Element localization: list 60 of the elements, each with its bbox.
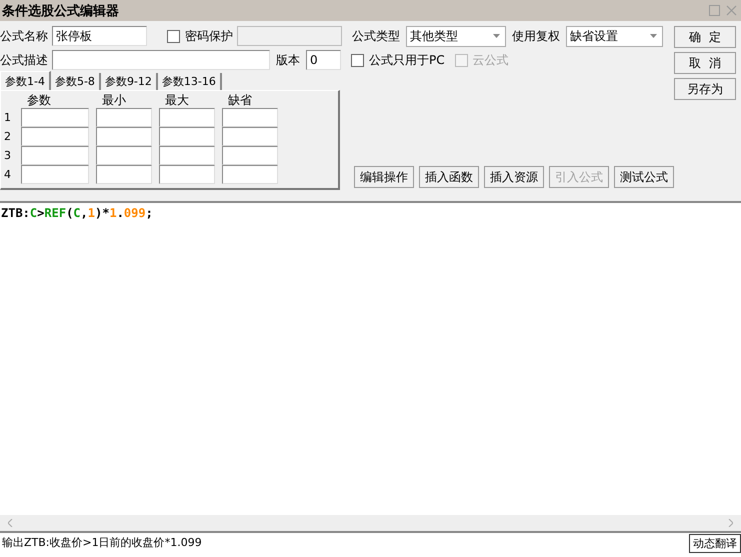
- dialog-button[interactable]: 另存为: [674, 78, 736, 100]
- dialog-button[interactable]: 确 定: [674, 26, 736, 48]
- tab[interactable]: 参数5-8: [50, 73, 101, 90]
- param-field[interactable]: [96, 127, 152, 146]
- column-header: 参数: [26, 93, 52, 108]
- column-header: 最小: [101, 93, 127, 108]
- checkbox-label: 云公式: [472, 52, 509, 68]
- row-number: 1: [4, 110, 12, 126]
- param-field[interactable]: [159, 108, 215, 127]
- param-field[interactable]: [96, 108, 152, 127]
- field-label: 使用复权: [512, 28, 560, 44]
- version-field[interactable]: 0: [306, 50, 341, 70]
- param-field[interactable]: [222, 146, 278, 165]
- action-button[interactable]: 测试公式: [614, 166, 674, 188]
- dropdown-arrow-icon: [493, 34, 500, 38]
- column-header: 缺省: [227, 93, 253, 108]
- param-field[interactable]: [159, 127, 215, 146]
- param-field[interactable]: [21, 127, 89, 146]
- param-field[interactable]: [159, 165, 215, 184]
- action-button[interactable]: 插入资源: [484, 166, 544, 188]
- row-number: 2: [4, 129, 12, 145]
- param-field[interactable]: [96, 146, 152, 165]
- window-title: 条件选股公式编辑器: [2, 2, 119, 20]
- param-field[interactable]: [222, 165, 278, 184]
- param-field[interactable]: [21, 146, 89, 165]
- dialog-button[interactable]: 取 消: [674, 52, 736, 74]
- checkbox-label: 密码保护: [185, 28, 233, 44]
- action-button[interactable]: 编辑操作: [354, 166, 414, 188]
- tab[interactable]: 参数1-4: [0, 71, 51, 90]
- field-label: 公式描述: [0, 52, 48, 68]
- adjust-dropdown[interactable]: 缺省设置: [566, 26, 663, 46]
- tab[interactable]: 参数9-12: [100, 73, 158, 90]
- param-field[interactable]: [159, 146, 215, 165]
- column-header: 最大: [164, 93, 190, 108]
- code-editor[interactable]: ZTB:C>REF(C,1)*1.099;: [0, 201, 741, 515]
- param-field[interactable]: [21, 108, 89, 127]
- dropdown-arrow-icon: [650, 34, 657, 38]
- param-field[interactable]: [222, 108, 278, 127]
- field-label: 公式类型: [352, 28, 400, 44]
- field-label: 公式名称: [0, 28, 48, 44]
- param-field[interactable]: [21, 165, 89, 184]
- description-field[interactable]: [52, 50, 270, 70]
- type-dropdown[interactable]: 其他类型: [406, 26, 506, 46]
- tab[interactable]: 参数13-16: [158, 73, 222, 90]
- param-field[interactable]: [96, 165, 152, 184]
- checkbox[interactable]: [167, 30, 180, 42]
- field-label: 版本: [276, 52, 300, 68]
- row-number: 3: [4, 148, 12, 164]
- password-field[interactable]: [237, 26, 342, 46]
- scroll-left-icon[interactable]: [8, 519, 13, 527]
- scroll-right-icon[interactable]: [728, 519, 733, 527]
- code-line: ZTB:C>REF(C,1)*1.099;: [1, 206, 154, 220]
- name-field[interactable]: 张停板: [52, 26, 147, 46]
- translate-button[interactable]: 动态翻译: [689, 534, 741, 553]
- status-text: 输出ZTB:收盘价>1日前的收盘价*1.099: [1, 535, 203, 551]
- param-field[interactable]: [222, 127, 278, 146]
- action-button[interactable]: 插入函数: [419, 166, 479, 188]
- row-number: 4: [4, 167, 12, 183]
- checkbox[interactable]: [351, 54, 364, 66]
- checkbox-label: 公式只用于PC: [369, 52, 445, 68]
